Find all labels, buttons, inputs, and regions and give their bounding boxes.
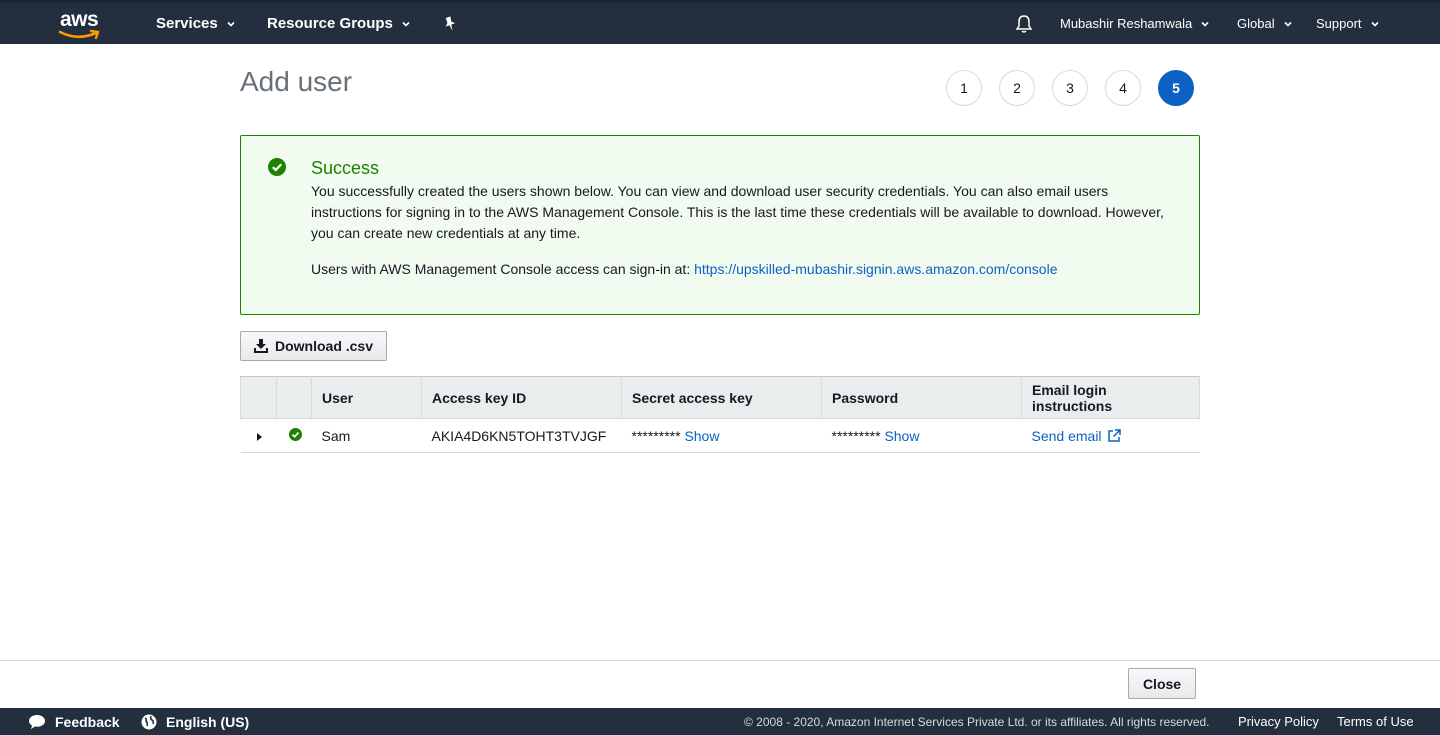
signin-url-link[interactable]: https://upskilled-mubashir.signin.aws.am…: [694, 261, 1057, 277]
caret-right-icon: [256, 432, 262, 441]
page-title: Add user: [240, 66, 353, 97]
column-header-access-key-id: Access key ID: [421, 376, 622, 419]
language-label: English (US): [166, 713, 250, 730]
send-email-label: Send email: [1031, 427, 1102, 444]
services-menu[interactable]: Services: [156, 3, 235, 44]
step-2[interactable]: 2: [999, 70, 1035, 106]
close-button[interactable]: Close: [1128, 668, 1196, 699]
globe-icon: [141, 714, 157, 729]
password-mask: *********: [831, 427, 881, 444]
language-selector[interactable]: English (US): [141, 708, 249, 735]
chevron-down-icon: [402, 21, 410, 27]
aws-logo[interactable]: aws: [58, 8, 104, 41]
step-3[interactable]: 3: [1052, 70, 1088, 106]
account-menu[interactable]: Mubashir Reshamwala: [1060, 3, 1209, 44]
account-name: Mubashir Reshamwala: [1060, 16, 1193, 31]
table-row: Sam AKIA4D6KN5TOHT3TVJGF ********* Show …: [240, 418, 1200, 453]
credentials-table: User Access key ID Secret access key Pas…: [240, 376, 1200, 453]
chevron-down-icon: [1201, 21, 1209, 27]
feedback-label: Feedback: [55, 713, 120, 730]
column-header-secret-access-key: Secret access key: [621, 376, 822, 419]
wizard-steps: 1 2 3 4 5: [946, 70, 1194, 106]
secret-access-key-cell: ********* Show: [621, 418, 822, 453]
expand-column-header: [240, 376, 277, 419]
bottom-divider: [0, 660, 1440, 661]
signin-info: Users with AWS Management Console access…: [311, 259, 1058, 280]
step-5-current: 5: [1158, 70, 1194, 106]
pin-icon[interactable]: [443, 16, 457, 32]
privacy-policy-link[interactable]: Privacy Policy: [1238, 708, 1319, 735]
secret-key-mask: *********: [631, 427, 681, 444]
services-label: Services: [156, 15, 218, 32]
region-label: Global: [1237, 16, 1275, 31]
feedback-button[interactable]: Feedback: [28, 708, 120, 735]
expand-row-toggle[interactable]: [240, 418, 277, 453]
download-csv-label: Download .csv: [274, 338, 374, 354]
resource-groups-label: Resource Groups: [267, 15, 393, 32]
email-cell: Send email: [1021, 418, 1200, 453]
feedback-bubble-icon: [29, 714, 45, 729]
top-nav: aws Services Resource Groups Mubashir Re…: [0, 0, 1440, 44]
show-secret-key-link[interactable]: Show: [684, 428, 719, 444]
alert-message: You successfully created the users shown…: [311, 183, 1164, 241]
status-cell: [276, 418, 312, 453]
aws-smile-icon: [58, 29, 100, 40]
download-csv-button[interactable]: Download .csv: [240, 331, 387, 361]
success-check-icon: [268, 158, 286, 176]
column-header-password: Password: [821, 376, 1022, 419]
chevron-down-icon: [1284, 21, 1292, 27]
success-check-icon: [288, 427, 302, 441]
notifications-bell-icon[interactable]: [1015, 14, 1033, 34]
send-email-link[interactable]: Send email: [1032, 428, 1122, 444]
step-1[interactable]: 1: [946, 70, 982, 106]
table-header-row: User Access key ID Secret access key Pas…: [240, 376, 1200, 419]
user-name-cell: Sam: [311, 418, 422, 453]
status-column-header: [276, 376, 312, 419]
external-link-icon: [1108, 428, 1122, 442]
signin-text: Users with AWS Management Console access…: [311, 261, 691, 277]
password-cell: ********* Show: [821, 418, 1022, 453]
step-4[interactable]: 4: [1105, 70, 1141, 106]
chevron-down-icon: [1370, 21, 1379, 27]
support-menu[interactable]: Support: [1316, 3, 1379, 44]
download-icon: [253, 339, 268, 353]
show-password-link[interactable]: Show: [884, 428, 919, 444]
resource-groups-menu[interactable]: Resource Groups: [267, 3, 410, 44]
alert-title: Success: [311, 158, 380, 178]
support-label: Support: [1316, 16, 1362, 31]
column-header-email-login-instructions: Email login instructions: [1021, 376, 1200, 419]
chevron-down-icon: [227, 21, 235, 27]
access-key-id-cell: AKIA4D6KN5TOHT3TVJGF: [421, 418, 622, 453]
footer: Feedback English (US) © 2008 - 2020, Ama…: [0, 708, 1440, 735]
region-menu[interactable]: Global: [1237, 3, 1292, 44]
success-alert: Success You successfully created the use…: [240, 135, 1200, 315]
column-header-user: User: [311, 376, 422, 419]
terms-of-use-link[interactable]: Terms of Use: [1337, 708, 1414, 735]
copyright-text: © 2008 - 2020, Amazon Internet Services …: [744, 714, 1210, 729]
